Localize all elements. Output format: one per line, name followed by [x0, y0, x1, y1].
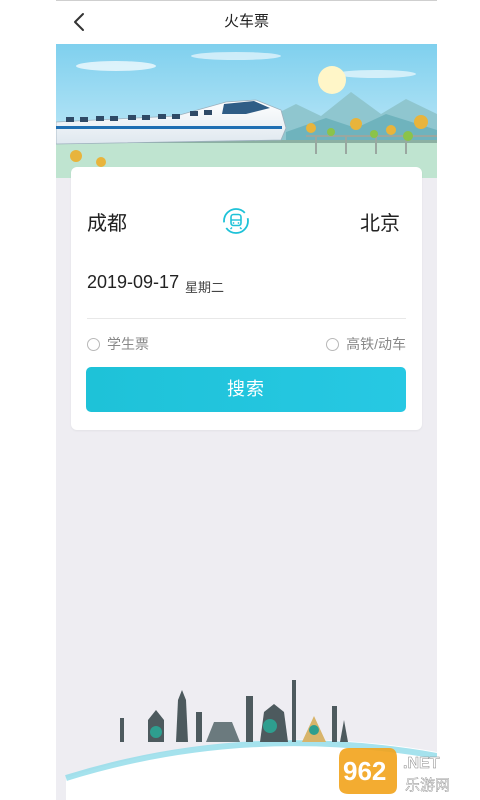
phone-screen: 火车票 成都 北京 2019-09-17 星期二 学生票 高铁/动车 搜索 [56, 0, 437, 800]
watermark-cn: 乐游网 [405, 776, 450, 794]
watermark-suffix: .NET [403, 755, 440, 772]
student-ticket-label: 学生票 [107, 336, 149, 352]
highspeed-only-option[interactable]: 高铁/动车 [326, 334, 406, 354]
departure-city[interactable]: 成都 [87, 207, 127, 236]
swap-stations-icon[interactable] [221, 206, 251, 236]
train-banner-image [56, 44, 437, 178]
watermark-number: 962 [343, 756, 386, 786]
arrival-city[interactable]: 北京 [360, 207, 400, 236]
travel-date[interactable]: 2019-09-17 [87, 272, 179, 293]
app-header: 火车票 [56, 0, 437, 44]
search-button[interactable]: 搜索 [86, 367, 406, 412]
search-card: 成都 北京 2019-09-17 星期二 学生票 高铁/动车 搜索 [71, 167, 422, 430]
radio-icon[interactable] [87, 337, 100, 351]
site-watermark-logo: 962 .NET 乐游网 [339, 748, 450, 794]
travel-weekday: 星期二 [185, 280, 225, 295]
radio-icon[interactable] [326, 337, 340, 351]
highspeed-only-label: 高铁/动车 [346, 336, 406, 352]
divider [87, 318, 406, 319]
page-title: 火车票 [223, 13, 269, 30]
student-ticket-option[interactable]: 学生票 [87, 334, 149, 354]
